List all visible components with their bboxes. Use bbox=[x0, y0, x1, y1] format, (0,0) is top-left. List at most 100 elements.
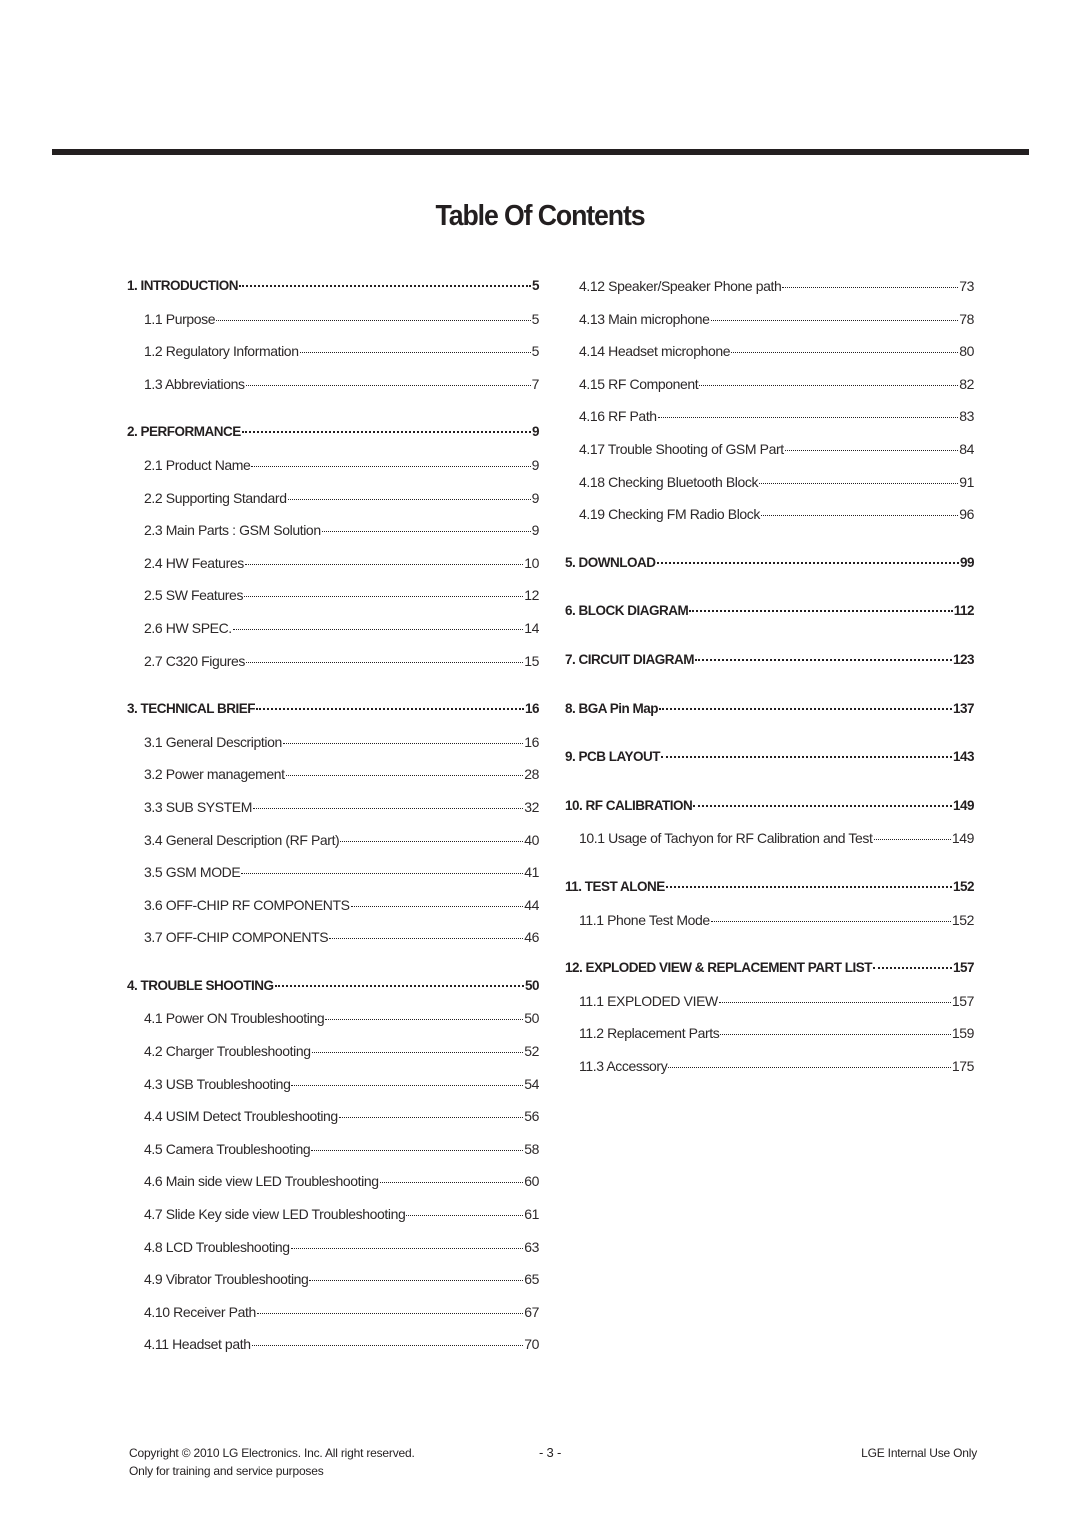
toc-right-column: 4.12 Speaker/Speaker Phone path 73 4.13 Ma… bbox=[565, 270, 975, 1083]
toc-entry-page-number: 46 bbox=[524, 929, 539, 946]
dot-leader bbox=[329, 937, 524, 940]
dot-leader bbox=[251, 1344, 524, 1347]
toc-subsection-entry[interactable]: 4.6 Main side view LED Troubleshooting 60 bbox=[127, 1165, 539, 1198]
toc-entry-label: 2.4 HW Features bbox=[144, 554, 244, 571]
toc-subsection-entry[interactable]: 2.7 C320 Figures 15 bbox=[127, 645, 539, 678]
toc-subsection-entry[interactable]: 3.5 GSM MODE 41 bbox=[127, 856, 539, 889]
toc-entry-page-number: 28 bbox=[524, 766, 539, 783]
toc-entry-page-number: 99 bbox=[959, 554, 975, 570]
toc-entry-label: 6. BLOCK DIAGRAM bbox=[565, 603, 689, 619]
toc-section-entry[interactable]: 4. TROUBLE SHOOTING 50 bbox=[127, 970, 540, 1003]
toc-subsection-entry[interactable]: 4.11 Headset path 70 bbox=[127, 1328, 539, 1361]
toc-entry-label: 4.19 Checking FM Radio Block bbox=[579, 506, 760, 523]
toc-entry-label: 10.1 Usage of Tachyon for RF Calibration… bbox=[579, 830, 873, 847]
toc-subsection-entry[interactable]: 4.15 RF Component 82 bbox=[565, 368, 974, 401]
dot-leader bbox=[251, 465, 531, 467]
footer-page-number: - 3 - bbox=[539, 1445, 562, 1460]
toc-entry-label: 4.5 Camera Troubleshooting bbox=[144, 1140, 311, 1157]
toc-subsection-entry[interactable]: 2.5 SW Features 12 bbox=[127, 579, 539, 612]
toc-subsection-entry[interactable]: 11.2 Replacement Parts 159 bbox=[565, 1017, 974, 1050]
toc-section-entry[interactable]: 7. CIRCUIT DIAGRAM 123 bbox=[565, 644, 975, 677]
toc-entry-label: 3.5 GSM MODE bbox=[144, 864, 241, 881]
toc-entry-label: 4.2 Charger Troubleshooting bbox=[144, 1043, 311, 1060]
toc-subsection-entry[interactable]: 4.16 RF Path 83 bbox=[565, 400, 974, 433]
toc-entry-label: 4.1 Power ON Troubleshooting bbox=[144, 1010, 325, 1027]
toc-subsection-entry[interactable]: 1.1 Purpose 5 bbox=[127, 303, 539, 336]
dot-leader bbox=[311, 1149, 524, 1151]
toc-subsection-entry[interactable]: 4.9 Vibrator Troubleshooting 65 bbox=[127, 1263, 539, 1296]
toc-entry-label: 4.8 LCD Troubleshooting bbox=[144, 1238, 290, 1255]
toc-section-entry[interactable]: 8. BGA Pin Map 137 bbox=[565, 693, 975, 726]
toc-subsection-entry[interactable]: 3.1 General Description 16 bbox=[127, 726, 539, 759]
toc-section-entry[interactable]: 10. RF CALIBRATION 149 bbox=[565, 790, 975, 823]
dot-leader bbox=[759, 482, 959, 484]
toc-entry-label: 3. TECHNICAL BRIEF bbox=[127, 701, 256, 717]
toc-subsection-entry[interactable]: 4.4 USIM Detect Troubleshooting 56 bbox=[127, 1100, 539, 1133]
toc-entry-page-number: 10 bbox=[524, 554, 539, 571]
toc-subsection-entry[interactable]: 3.3 SUB SYSTEM 32 bbox=[127, 791, 539, 824]
toc-subsection-entry[interactable]: 2.1 Product Name 9 bbox=[127, 449, 539, 482]
toc-section-entry[interactable]: 2. PERFORMANCE 9 bbox=[127, 416, 540, 449]
toc-subsection-entry[interactable]: 3.2 Power management 28 bbox=[127, 758, 539, 791]
toc-subsection-entry[interactable]: 3.4 General Description (RF Part) 40 bbox=[127, 824, 539, 857]
toc-subsection-entry[interactable]: 11.1 EXPLODED VIEW 157 bbox=[565, 985, 974, 1018]
toc-section-entry[interactable]: 1. INTRODUCTION 5 bbox=[127, 270, 540, 303]
toc-subsection-entry[interactable]: 1.2 Regulatory Information 5 bbox=[127, 335, 539, 368]
dot-leader bbox=[287, 498, 531, 500]
toc-subsection-entry[interactable]: 4.14 Headset microphone 80 bbox=[565, 335, 974, 368]
toc-subsection-entry[interactable]: 4.19 Checking FM Radio Block 96 bbox=[565, 498, 974, 531]
toc-subsection-entry[interactable]: 4.12 Speaker/Speaker Phone path 73 bbox=[565, 270, 974, 303]
toc-entry-label: 2.5 SW Features bbox=[144, 587, 244, 604]
toc-subsection-entry[interactable]: 3.6 OFF-CHIP RF COMPONENTS 44 bbox=[127, 889, 539, 922]
dot-leader bbox=[309, 1279, 524, 1282]
toc-entry-label: 3.1 General Description bbox=[144, 733, 282, 750]
toc-subsection-entry[interactable]: 4.13 Main microphone 78 bbox=[565, 303, 974, 336]
toc-section-entry[interactable]: 3. TECHNICAL BRIEF 16 bbox=[127, 693, 540, 726]
toc-subsection-entry[interactable]: 2.3 Main Parts : GSM Solution 9 bbox=[127, 514, 539, 547]
toc-entry-page-number: 15 bbox=[524, 652, 539, 669]
toc-subsection-entry[interactable]: 2.2 Supporting Standard 9 bbox=[127, 482, 539, 515]
toc-entry-page-number: 112 bbox=[953, 603, 975, 619]
toc-subsection-entry[interactable]: 4.8 LCD Troubleshooting 63 bbox=[127, 1231, 539, 1264]
toc-subsection-entry[interactable]: 1.3 Abbreviations 7 bbox=[127, 368, 539, 401]
toc-entry-page-number: 149 bbox=[952, 797, 975, 813]
toc-subsection-entry[interactable]: 11.1 Phone Test Mode 152 bbox=[565, 904, 974, 937]
dot-leader bbox=[699, 384, 959, 386]
toc-entry-label: 8. BGA Pin Map bbox=[565, 700, 659, 716]
toc-subsection-entry[interactable]: 4.17 Trouble Shooting of GSM Part 84 bbox=[565, 433, 974, 466]
dot-leader bbox=[656, 561, 959, 564]
toc-section-entry[interactable]: 9. PCB LAYOUT 143 bbox=[565, 741, 975, 774]
dot-leader bbox=[689, 609, 953, 613]
toc-subsection-entry[interactable]: 4.3 USB Troubleshooting 54 bbox=[127, 1068, 539, 1101]
toc-subsection-entry[interactable]: 4.2 Charger Troubleshooting 52 bbox=[127, 1035, 539, 1068]
toc-subsection-entry[interactable]: 3.7 OFF-CHIP COMPONENTS 46 bbox=[127, 921, 539, 954]
toc-entry-page-number: 9 bbox=[531, 456, 540, 473]
toc-entry-label: 2.3 Main Parts : GSM Solution bbox=[144, 522, 321, 539]
toc-subsection-entry[interactable]: 4.7 Slide Key side view LED Troubleshoot… bbox=[127, 1198, 539, 1231]
toc-subsection-entry[interactable]: 4.10 Receiver Path 67 bbox=[127, 1296, 539, 1329]
toc-subsection-entry[interactable]: 4.18 Checking Bluetooth Block 91 bbox=[565, 466, 974, 499]
toc-subsection-entry[interactable]: 4.1 Power ON Troubleshooting 50 bbox=[127, 1002, 539, 1035]
toc-entry-label: 4.10 Receiver Path bbox=[144, 1303, 256, 1320]
toc-section-entry[interactable]: 5. DOWNLOAD 99 bbox=[565, 547, 975, 580]
toc-subsection-entry[interactable]: 10.1 Usage of Tachyon for RF Calibration… bbox=[565, 822, 974, 855]
toc-entry-page-number: 63 bbox=[524, 1238, 539, 1255]
toc-entry-page-number: 157 bbox=[951, 992, 975, 1009]
toc-subsection-entry[interactable]: 11.3 Accessory 175 bbox=[565, 1050, 974, 1083]
dot-leader bbox=[325, 1018, 524, 1021]
toc-entry-label: 3.2 Power management bbox=[144, 766, 285, 783]
toc-subsection-entry[interactable]: 2.4 HW Features 10 bbox=[127, 547, 539, 580]
dot-leader bbox=[731, 351, 959, 354]
toc-subsection-entry[interactable]: 2.6 HW SPEC. 14 bbox=[127, 612, 539, 645]
toc-section-entry[interactable]: 11. TEST ALONE 152 bbox=[565, 871, 975, 904]
dot-leader bbox=[285, 774, 524, 777]
toc-entry-label: 3.7 OFF-CHIP COMPONENTS bbox=[144, 929, 329, 946]
dot-leader bbox=[274, 984, 524, 987]
toc-subsection-entry[interactable]: 4.5 Camera Troubleshooting 58 bbox=[127, 1133, 539, 1166]
toc-section-entry[interactable]: 12. EXPLODED VIEW & REPLACEMENT PART LIS… bbox=[565, 952, 975, 985]
toc-entry-label: 4.7 Slide Key side view LED Troubleshoot… bbox=[144, 1206, 406, 1223]
toc-section-entry[interactable]: 6. BLOCK DIAGRAM 112 bbox=[565, 595, 975, 628]
toc-entry-page-number: 16 bbox=[524, 733, 539, 750]
toc-entry-label: 3.4 General Description (RF Part) bbox=[144, 831, 340, 848]
